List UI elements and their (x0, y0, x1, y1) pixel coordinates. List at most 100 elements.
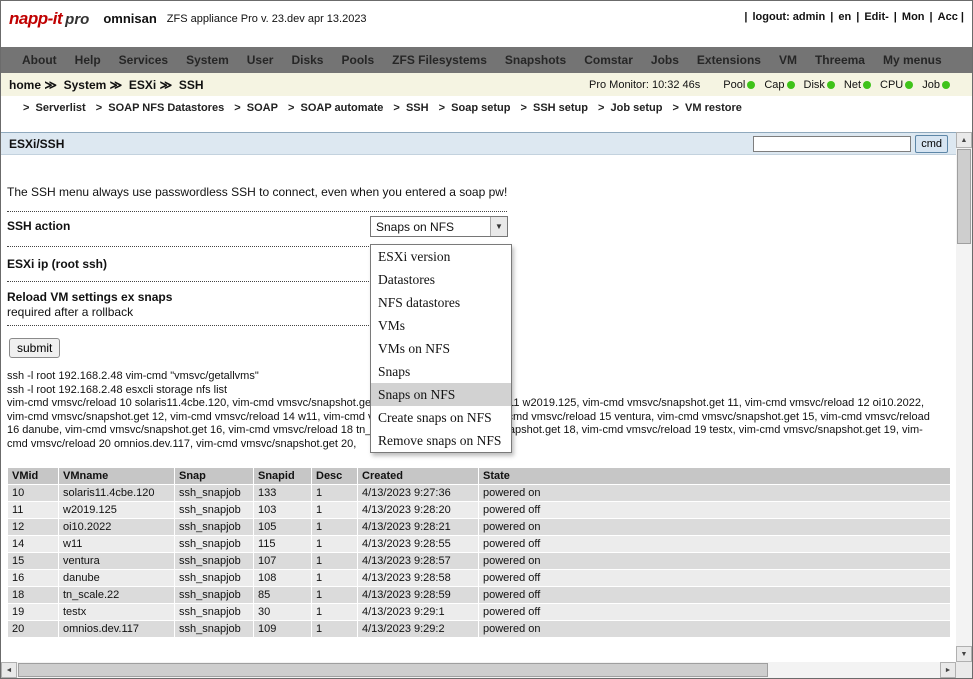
cell-state: powered on (479, 621, 950, 637)
menu-item[interactable]: Comstar (575, 53, 642, 67)
header-link[interactable]: Edit- (851, 11, 889, 23)
cell-vmname: tn_scale.22 (59, 587, 174, 603)
dropdown-option[interactable]: Datastores (371, 268, 511, 291)
status-indicator-label: Disk (804, 79, 825, 91)
cell-vmname: ventura (59, 553, 174, 569)
top-header: napp-itpro omnisan ZFS appliance Pro v. … (1, 1, 972, 47)
header-link[interactable]: Mon (889, 11, 925, 23)
secondary-menu-item[interactable]: Serverlist (23, 102, 86, 114)
table-row: 12 oi10.2022 ssh_snapjob 105 1 4/13/2023… (8, 519, 950, 535)
cell-vmid: 20 (8, 621, 58, 637)
pro-monitor-label: Pro Monitor: 10:32 46s (589, 79, 700, 91)
vertical-scrollbar[interactable]: ▲ ▼ (956, 132, 972, 662)
status-indicator: Disk (804, 79, 835, 91)
cell-snap: ssh_snapjob (175, 519, 253, 535)
cell-created: 4/13/2023 9:28:57 (358, 553, 478, 569)
dropdown-option[interactable]: VMs on NFS (371, 337, 511, 360)
cell-created: 4/13/2023 9:28:21 (358, 519, 478, 535)
logo-napp: napp-it (9, 9, 62, 28)
ssh-action-select[interactable]: Snaps on NFS ▼ (370, 216, 508, 237)
arrow-right-icon: ► (945, 667, 952, 674)
cell-desc: 1 (312, 621, 357, 637)
secondary-menu-item[interactable]: VM restore (673, 102, 742, 114)
dropdown-option[interactable]: Create snaps on NFS (371, 406, 511, 429)
cell-snapid: 30 (254, 604, 311, 620)
secondary-menu-item[interactable]: SOAP NFS Datastores (96, 102, 225, 114)
dropdown-option[interactable]: Remove snaps on NFS (371, 429, 511, 452)
table-row: 20 omnios.dev.117 ssh_snapjob 109 1 4/13… (8, 621, 950, 637)
submit-button[interactable]: submit (9, 338, 60, 358)
horizontal-scrollbar-thumb[interactable] (18, 663, 768, 677)
status-indicator-label: Pool (723, 79, 745, 91)
status-indicator: Cap (764, 79, 794, 91)
header-links: logout: adminenEdit-MonAcc (739, 11, 964, 23)
scroll-up-button[interactable]: ▲ (956, 132, 972, 148)
column-header: Desc (312, 468, 357, 484)
breadcrumb-bar: homeSystemESXiSSH Pro Monitor: 10:32 46s… (1, 73, 972, 96)
dropdown-option[interactable]: NFS datastores (371, 291, 511, 314)
cell-desc: 1 (312, 553, 357, 569)
secondary-menu-item[interactable]: SOAP automate (288, 102, 383, 114)
scroll-down-button[interactable]: ▼ (956, 646, 972, 662)
arrow-down-icon: ▼ (961, 651, 968, 658)
menu-item[interactable]: Jobs (642, 53, 688, 67)
cell-snap: ssh_snapjob (175, 621, 253, 637)
menu-item[interactable]: Threema (806, 53, 874, 67)
column-header: Snap (175, 468, 253, 484)
cell-desc: 1 (312, 570, 357, 586)
form-sections: SSH action Snaps on NFS ▼ ESXi versionDa… (7, 211, 507, 326)
breadcrumb-item[interactable]: System (41, 78, 106, 92)
cell-vmname: oi10.2022 (59, 519, 174, 535)
secondary-menu-item[interactable]: Job setup (598, 102, 663, 114)
command-input[interactable] (753, 136, 911, 152)
menu-item[interactable]: System (177, 53, 238, 67)
arrow-left-icon: ◄ (6, 667, 13, 674)
chevron-down-icon[interactable]: ▼ (490, 217, 507, 236)
breadcrumb-item[interactable]: home (9, 78, 41, 92)
cell-snap: ssh_snapjob (175, 536, 253, 552)
command-bar: cmd (753, 135, 964, 153)
cell-snap: ssh_snapjob (175, 587, 253, 603)
vertical-scrollbar-thumb[interactable] (957, 149, 971, 244)
dropdown-option[interactable]: ESXi version (371, 245, 511, 268)
scroll-right-button[interactable]: ► (940, 662, 956, 678)
menu-item[interactable]: Extensions (688, 53, 770, 67)
header-link[interactable]: en (825, 11, 851, 23)
menu-item[interactable]: Help (66, 53, 110, 67)
menu-item[interactable]: Snapshots (496, 53, 575, 67)
cmd-button[interactable]: cmd (915, 135, 948, 153)
dropdown-option[interactable]: Snaps (371, 360, 511, 383)
menu-item[interactable]: About (13, 53, 66, 67)
table-row: 16 danube ssh_snapjob 108 1 4/13/2023 9:… (8, 570, 950, 586)
table-header-row: VMidVMnameSnapSnapidDescCreatedState (8, 468, 950, 484)
cell-snap: ssh_snapjob (175, 502, 253, 518)
secondary-menu-item[interactable]: SOAP (234, 102, 278, 114)
menu-item[interactable]: Services (110, 53, 177, 67)
header-link[interactable]: Acc (925, 11, 958, 23)
cell-snap: ssh_snapjob (175, 553, 253, 569)
menu-item[interactable]: Pools (332, 53, 383, 67)
menu-item[interactable]: Disks (282, 53, 332, 67)
dropdown-option[interactable]: VMs (371, 314, 511, 337)
secondary-menu-item[interactable]: Soap setup (439, 102, 511, 114)
menu-item[interactable]: VM (770, 53, 806, 67)
cell-state: powered off (479, 587, 950, 603)
cell-created: 4/13/2023 9:28:20 (358, 502, 478, 518)
esxi-ip-label: ESXi ip (root ssh) (7, 257, 107, 271)
breadcrumb-item[interactable]: ESXi (106, 78, 156, 92)
header-link[interactable]: logout: admin (739, 11, 825, 23)
menu-item[interactable]: ZFS Filesystems (383, 53, 496, 67)
cell-vmname: testx (59, 604, 174, 620)
breadcrumb-item[interactable]: SSH (156, 78, 203, 92)
logo-pro: pro (65, 11, 89, 28)
menu-item[interactable]: User (238, 53, 283, 67)
cell-snap: ssh_snapjob (175, 604, 253, 620)
ssh-action-label: SSH action (7, 219, 70, 233)
scroll-left-button[interactable]: ◄ (1, 662, 17, 678)
secondary-menu-item[interactable]: SSH (393, 102, 428, 114)
secondary-menu-item[interactable]: SSH setup (520, 102, 588, 114)
cell-created: 4/13/2023 9:28:58 (358, 570, 478, 586)
dropdown-option[interactable]: Snaps on NFS (371, 383, 511, 406)
horizontal-scrollbar[interactable]: ◄ ► (1, 662, 956, 678)
menu-item[interactable]: My menus (874, 53, 951, 67)
